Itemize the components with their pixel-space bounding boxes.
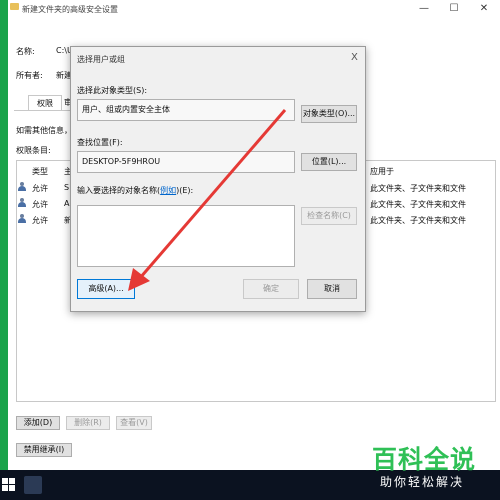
watermark-subtitle: 助你轻松解决 (380, 475, 465, 489)
start-button[interactable] (2, 478, 16, 492)
windows-icon (2, 478, 15, 491)
watermark: 百科全说 助你轻松解决 (362, 440, 498, 498)
watermark-title: 百科全说 (372, 445, 477, 474)
taskbar-app-icon[interactable] (24, 476, 42, 494)
red-arrow-annotation (128, 109, 287, 291)
